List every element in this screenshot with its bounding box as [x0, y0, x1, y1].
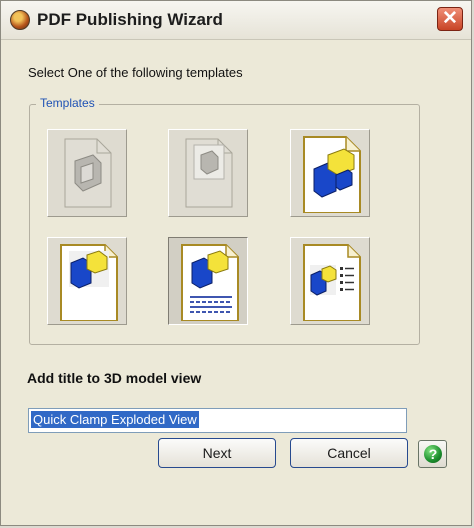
section-title-add-title: Add title to 3D model view: [27, 370, 202, 386]
instruction-text: Select One of the following templates: [28, 65, 243, 80]
close-icon: ✕: [442, 8, 458, 29]
template-5-icon: [181, 244, 239, 321]
template-3-button[interactable]: [290, 129, 370, 217]
pdf-publishing-wizard-window: PDF Publishing Wizard ✕ Select One of th…: [0, 0, 472, 526]
template-1-button[interactable]: [47, 129, 127, 217]
template-2-button[interactable]: [168, 129, 248, 217]
template-6-icon: [303, 244, 361, 321]
model-view-title-input[interactable]: Quick Clamp Exploded View: [28, 408, 407, 433]
template-4-icon: [60, 244, 118, 321]
help-icon: ?: [424, 445, 442, 463]
next-button[interactable]: Next: [158, 438, 276, 468]
window-title: PDF Publishing Wizard: [37, 10, 223, 29]
templates-group-label: Templates: [36, 96, 99, 110]
close-button[interactable]: ✕: [437, 7, 463, 31]
template-6-button[interactable]: [290, 237, 370, 325]
template-1-icon: [64, 138, 112, 208]
cancel-button[interactable]: Cancel: [290, 438, 408, 468]
template-2-icon: [185, 138, 233, 208]
title-bar: PDF Publishing Wizard ✕: [1, 1, 471, 40]
template-3-icon: [303, 136, 361, 213]
template-5-button[interactable]: [168, 237, 248, 325]
title-input-value: Quick Clamp Exploded View: [31, 411, 199, 428]
app-logo-icon: [10, 10, 30, 30]
template-4-button[interactable]: [47, 237, 127, 325]
help-button[interactable]: ?: [418, 440, 447, 468]
